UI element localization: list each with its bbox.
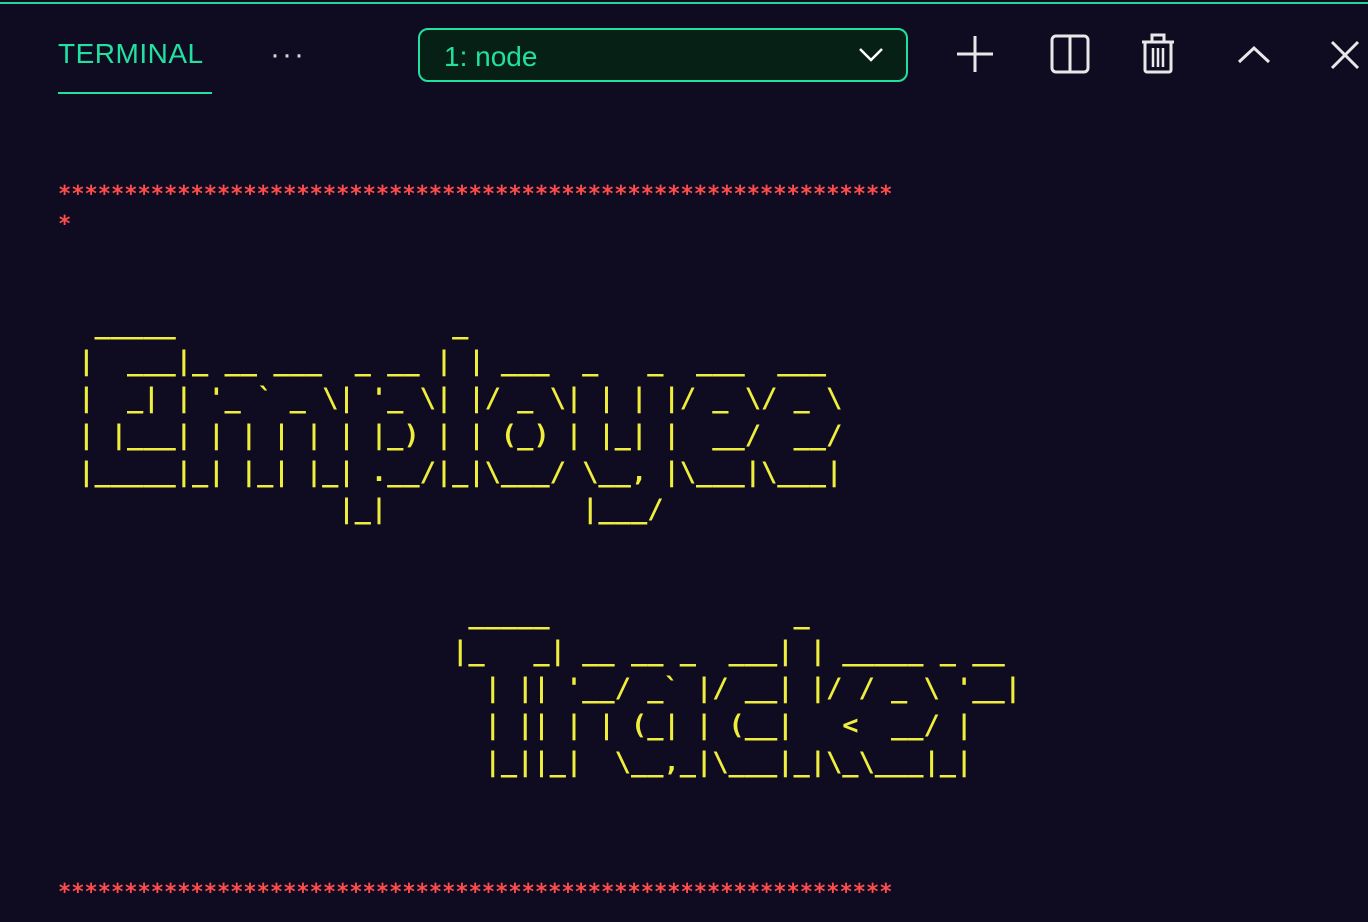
stars-line-wrap: * <box>58 212 72 237</box>
terminal-select[interactable]: 1: node <box>418 28 908 82</box>
terminal-select-value: 1: node <box>444 41 538 72</box>
trash-icon[interactable] <box>1140 32 1180 76</box>
tab-terminal[interactable]: TERMINAL <box>58 38 204 70</box>
close-icon[interactable] <box>1326 32 1366 76</box>
stars-line-bottom: ****************************************… <box>58 880 893 905</box>
stars-line-top: ****************************************… <box>58 182 893 207</box>
plus-icon[interactable] <box>954 32 994 76</box>
chevron-down-icon <box>858 44 884 69</box>
ascii-art-tracker: _____ _ |_ _| __ __ _ ___| | _____ _ __ … <box>452 599 1022 778</box>
tab-active-indicator <box>58 92 212 94</box>
chevron-up-icon[interactable] <box>1234 32 1274 76</box>
terminal-output[interactable]: ****************************************… <box>58 180 1358 240</box>
split-icon[interactable] <box>1050 32 1090 76</box>
more-actions-button[interactable]: ··· <box>270 38 306 72</box>
panel-header: TERMINAL ··· 1: node <box>0 4 1368 104</box>
ascii-art-employee: _____ _ | ___|_ __ ___ _ __ | | ___ _ _ … <box>78 309 843 525</box>
